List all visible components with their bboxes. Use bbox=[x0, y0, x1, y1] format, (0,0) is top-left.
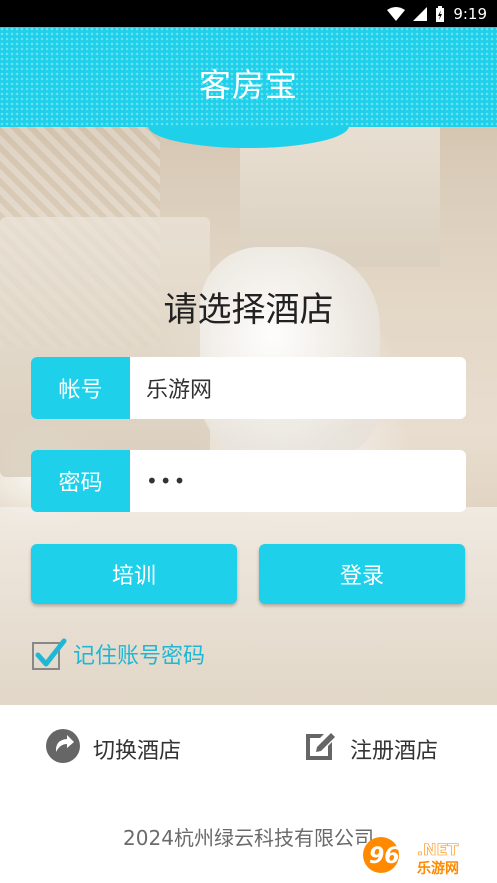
password-field[interactable]: 密码 ••• bbox=[31, 450, 466, 512]
register-hotel-label: 注册酒店 bbox=[350, 739, 439, 764]
background-headboard bbox=[0, 217, 210, 477]
train-button[interactable]: 培训 bbox=[31, 544, 237, 604]
app-header: 客房宝 bbox=[0, 27, 497, 127]
signal-icon bbox=[413, 7, 428, 21]
background-bed bbox=[0, 507, 497, 705]
login-button[interactable]: 登录 bbox=[259, 544, 465, 604]
watermark-site: 乐游网 bbox=[417, 860, 459, 877]
account-input[interactable]: 乐游网 bbox=[130, 357, 466, 419]
refresh-icon bbox=[45, 728, 81, 770]
remember-label: 记住账号密码 bbox=[73, 644, 206, 669]
account-label: 帐号 bbox=[31, 357, 130, 419]
background-window bbox=[240, 127, 440, 267]
password-input[interactable]: ••• bbox=[130, 450, 466, 512]
status-bar: 9:19 bbox=[0, 0, 497, 27]
background-pillow bbox=[200, 247, 380, 457]
site-watermark: 962 .NET 乐游网 bbox=[359, 833, 489, 877]
password-label: 密码 bbox=[31, 450, 130, 512]
checkmark-icon bbox=[32, 638, 67, 670]
app-title: 客房宝 bbox=[198, 66, 298, 104]
status-icons: 9:19 bbox=[387, 4, 487, 24]
account-field[interactable]: 帐号 乐游网 bbox=[31, 357, 466, 419]
hotel-select-prompt[interactable]: 请选择酒店 bbox=[0, 282, 497, 331]
battery-charging-icon bbox=[435, 6, 445, 22]
watermark-number: 962 bbox=[369, 844, 415, 869]
remember-checkbox[interactable] bbox=[31, 637, 67, 671]
status-time: 9:19 bbox=[453, 5, 487, 23]
watermark-suffix: .NET bbox=[417, 840, 458, 859]
switch-hotel-link[interactable]: 切换酒店 bbox=[45, 727, 181, 771]
remember-credentials[interactable]: 记住账号密码 bbox=[31, 636, 205, 672]
edit-icon bbox=[302, 728, 338, 770]
register-hotel-link[interactable]: 注册酒店 bbox=[302, 727, 438, 771]
switch-hotel-label: 切换酒店 bbox=[93, 739, 182, 764]
wifi-icon bbox=[387, 7, 406, 21]
